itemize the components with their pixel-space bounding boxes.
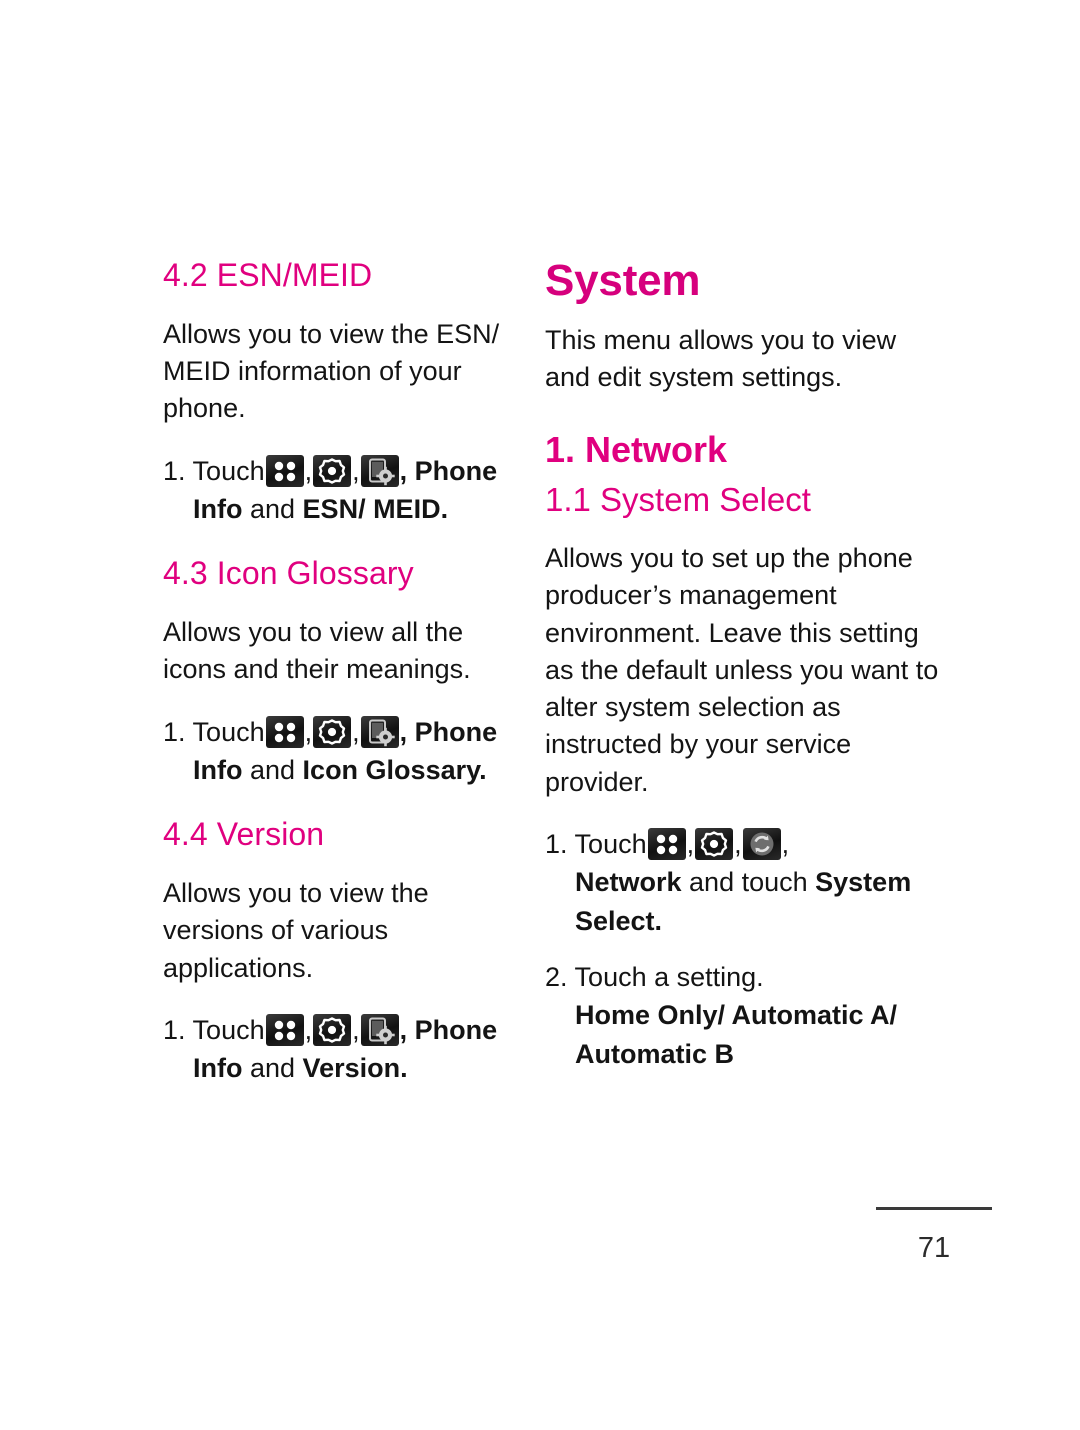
step-item: 1. Touch , , , Phone Info and Version. <box>163 1011 511 1088</box>
section-heading-network: 1. Network <box>545 428 728 470</box>
step-bold-a: Network <box>575 867 682 898</box>
step-regular: and <box>242 754 303 785</box>
step-number: 1. <box>163 455 186 486</box>
step-after-icons: , <box>781 828 790 859</box>
step-after-icons: , Phone <box>399 455 498 486</box>
step-item: 1. Touch , , , Phone Info and Icon Gloss… <box>163 713 511 790</box>
step-bold-b: Icon Glossary. <box>302 754 487 785</box>
step-item: 1. Touch , , , Network and touch System … <box>545 825 945 940</box>
section-body-esn-meid: Allows you to view the ESN/ MEID informa… <box>163 318 500 424</box>
section-body-icon-glossary: Allows you to view all the icons and the… <box>163 617 471 685</box>
chapter-title: System <box>545 256 701 305</box>
step-lead: Touch <box>192 1014 265 1045</box>
step-regular: and touch <box>681 867 816 898</box>
section-heading-version: 4.4 Version <box>163 816 325 853</box>
network-sync-icon <box>742 827 781 860</box>
right-column: System This menu allows you to view and … <box>545 256 945 1091</box>
grid-menu-icon <box>647 827 686 860</box>
section-icon-glossary: 4.3 Icon Glossary Allows you to view all… <box>163 555 511 790</box>
section-body-version: Allows you to view the versions of vario… <box>163 878 429 983</box>
step-bold-b: Version. <box>302 1053 408 1084</box>
step-second-line: Info and Version. <box>193 1049 511 1087</box>
step-second-line: Info and ESN/ MEID. <box>193 490 511 528</box>
step-item: 2. Touch a setting. Home Only/ Automatic… <box>545 958 945 1073</box>
left-column: 4.2 ESN/MEID Allows you to view the ESN/… <box>163 257 511 1105</box>
step-text: Touch a setting. <box>574 961 764 992</box>
section-heading-esn-meid: 4.2 ESN/MEID <box>163 257 373 293</box>
step-regular: and <box>242 1053 303 1084</box>
step-number: 2. <box>545 961 568 992</box>
settings-gear-icon <box>695 827 734 860</box>
settings-gear-icon <box>313 1013 352 1046</box>
step-number: 1. <box>545 828 568 859</box>
settings-gear-icon <box>313 454 352 487</box>
subsection-body-system-select: Allows you to set up the phone producer’… <box>545 543 939 797</box>
footer-divider <box>876 1207 992 1210</box>
step-second-line: Network and touch System Select. <box>575 863 945 940</box>
section-version: 4.4 Version Allows you to view the versi… <box>163 816 511 1088</box>
step-options: Home Only/ Automatic A/ Automatic B <box>575 1000 898 1069</box>
step-bold-a: Info <box>193 493 243 524</box>
step-lead: Touch <box>192 716 265 747</box>
step-number: 1. <box>163 716 186 747</box>
step-bold-a: Info <box>193 1053 243 1084</box>
page-number: 71 <box>917 1232 951 1264</box>
step-bold-b: ESN/ MEID. <box>302 493 449 524</box>
step-lead: Touch <box>192 455 265 486</box>
subsection-heading-system-select: 1.1 System Select <box>545 481 811 519</box>
settings-gear-icon <box>313 715 352 748</box>
step-after-icons: , Phone <box>399 716 498 747</box>
step-number: 1. <box>163 1014 186 1045</box>
step-item: 1. Touch , , , Phone Info and ESN/ MEID. <box>163 452 511 529</box>
grid-menu-icon <box>265 1013 304 1046</box>
manual-page: 4.2 ESN/MEID Allows you to view the ESN/… <box>0 0 1080 1430</box>
step-regular: and <box>242 493 303 524</box>
phone-settings-icon <box>360 454 399 487</box>
step-bold-a: Info <box>193 754 243 785</box>
phone-settings-icon <box>360 1013 399 1046</box>
grid-menu-icon <box>265 715 304 748</box>
phone-settings-icon <box>360 715 399 748</box>
section-esn-meid: 4.2 ESN/MEID Allows you to view the ESN/… <box>163 257 511 529</box>
step-after-icons: , Phone <box>399 1014 498 1045</box>
chapter-intro: This menu allows you to view and edit sy… <box>545 325 897 393</box>
step-lead: Touch <box>574 828 647 859</box>
step-second-line: Info and Icon Glossary. <box>193 751 511 789</box>
section-heading-icon-glossary: 4.3 Icon Glossary <box>163 555 414 592</box>
grid-menu-icon <box>265 454 304 487</box>
